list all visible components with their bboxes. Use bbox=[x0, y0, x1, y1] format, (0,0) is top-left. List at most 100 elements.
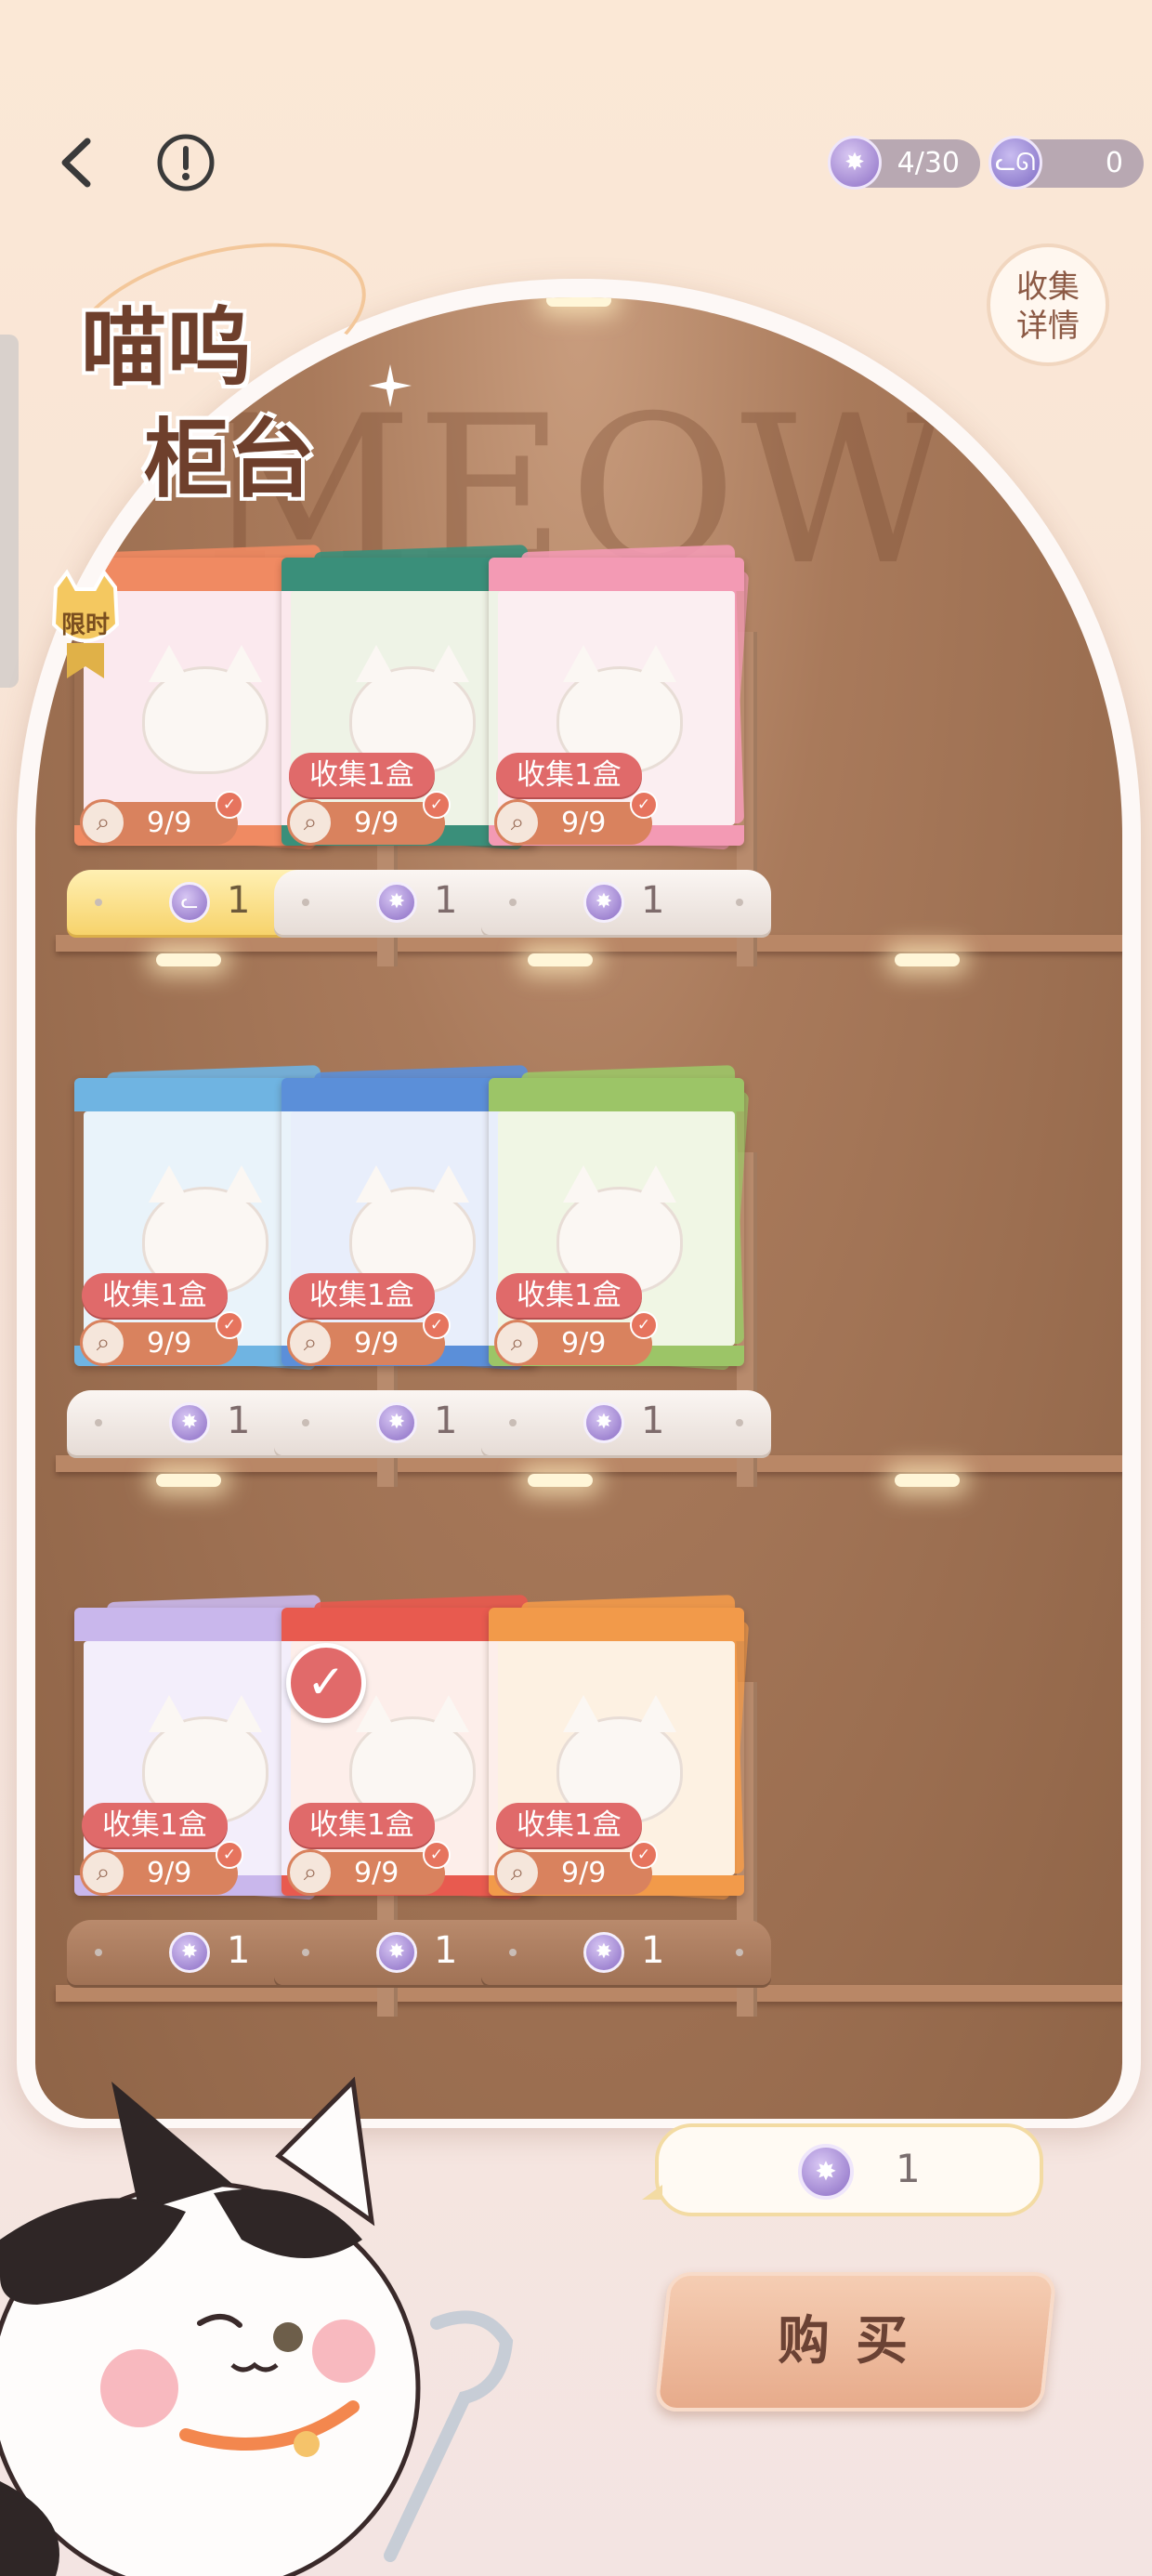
collect-one-box-tag: 收集1盒 bbox=[289, 1803, 435, 1847]
collect-one-box-tag: 收集1盒 bbox=[82, 1803, 228, 1847]
cat-coin-icon: ᓚ bbox=[169, 882, 210, 923]
collection-progress[interactable]: ⌕ 9/9 ✓ bbox=[494, 791, 658, 846]
price-value: 1 bbox=[434, 1929, 458, 1972]
progress-value: 9/9 bbox=[354, 1857, 399, 1889]
lamp bbox=[156, 1474, 221, 1487]
progress-value: 9/9 bbox=[561, 1857, 607, 1889]
collect-one-box-tag: 收集1盒 bbox=[496, 753, 642, 797]
check-icon: ✓ bbox=[423, 1311, 451, 1339]
exclamation-circle-icon bbox=[157, 134, 215, 191]
magnifier-icon: ⌕ bbox=[494, 1320, 541, 1366]
progress-value: 9/9 bbox=[561, 807, 607, 839]
plate-dot bbox=[736, 899, 743, 906]
lamp bbox=[528, 953, 593, 966]
buy-button[interactable]: 购买 bbox=[654, 2272, 1057, 2412]
collect-details-button[interactable]: 收集 详情 bbox=[987, 243, 1109, 366]
cat-illustration bbox=[141, 645, 268, 775]
info-button[interactable] bbox=[153, 130, 218, 195]
lamp bbox=[156, 953, 221, 966]
plate-dot bbox=[736, 1419, 743, 1426]
check-icon: ✓ bbox=[423, 1841, 451, 1869]
title-line-2: 柜台 bbox=[144, 409, 316, 509]
price-value: 1 bbox=[434, 879, 458, 922]
star-currency-display[interactable]: ✸ 4/30 bbox=[828, 136, 980, 190]
collect-one-box-tag: 收集1盒 bbox=[289, 1273, 435, 1318]
card-pack-header bbox=[489, 1078, 744, 1111]
progress-value: 9/9 bbox=[147, 1327, 192, 1360]
plate-dot bbox=[302, 1949, 309, 1956]
cost-display: ✸ 1 bbox=[642, 2123, 1043, 2216]
star-coin-icon: ✸ bbox=[376, 882, 417, 923]
star-coin-icon: ✸ bbox=[169, 1402, 210, 1443]
progress-value: 9/9 bbox=[561, 1327, 607, 1360]
magnifier-icon: ⌕ bbox=[287, 799, 334, 846]
magnifier-icon: ⌕ bbox=[80, 1320, 126, 1366]
magnifier-icon: ⌕ bbox=[494, 1849, 541, 1896]
price-value: 1 bbox=[227, 879, 251, 922]
collect-details-label: 收集 详情 bbox=[1016, 269, 1080, 345]
progress-value: 9/9 bbox=[354, 1327, 399, 1360]
price-value: 1 bbox=[641, 1400, 665, 1442]
star-coin-icon: ✸ bbox=[169, 1932, 210, 1973]
collection-progress[interactable]: ⌕ 9/9 ✓ bbox=[287, 791, 451, 846]
title-line-1: 喵呜 bbox=[81, 297, 253, 398]
plate-dot bbox=[736, 1949, 743, 1956]
card-pack-header bbox=[489, 1608, 744, 1641]
card-pack-header bbox=[489, 558, 744, 591]
progress-value: 9/9 bbox=[354, 807, 399, 839]
magnifier-icon: ⌕ bbox=[80, 1849, 126, 1896]
price-value: 1 bbox=[641, 879, 665, 922]
star-currency-value: 4/30 bbox=[897, 147, 960, 179]
plate-dot bbox=[302, 1419, 309, 1426]
buy-button-label: 购买 bbox=[778, 2310, 935, 2372]
collection-progress[interactable]: ⌕ 9/9 ✓ bbox=[80, 1841, 243, 1896]
collect-one-box-tag: 收集1盒 bbox=[496, 1273, 642, 1318]
progress-value: 9/9 bbox=[147, 1857, 192, 1889]
collection-progress[interactable]: ⌕ 9/9 ✓ bbox=[80, 1311, 243, 1366]
star-coin-icon: ✸ bbox=[583, 1932, 624, 1973]
shelf-floor bbox=[56, 935, 1122, 952]
magnifier-icon: ⌕ bbox=[494, 799, 541, 846]
price-plate[interactable]: ✸ 1 bbox=[481, 1390, 771, 1455]
collect-one-box-tag: 收集1盒 bbox=[289, 753, 435, 797]
side-handle[interactable] bbox=[0, 335, 19, 688]
check-icon: ✓ bbox=[630, 791, 658, 819]
price-plate[interactable]: ✸ 1 bbox=[481, 1920, 771, 1985]
collection-progress[interactable]: ⌕ 9/9 ✓ bbox=[80, 791, 243, 846]
price-value: 1 bbox=[227, 1929, 251, 1972]
plate-dot bbox=[302, 899, 309, 906]
cat-currency-display[interactable]: ᓚᘏ 0 bbox=[988, 136, 1144, 190]
plate-dot bbox=[95, 1419, 102, 1426]
collection-progress[interactable]: ⌕ 9/9 ✓ bbox=[287, 1311, 451, 1366]
collection-progress[interactable]: ⌕ 9/9 ✓ bbox=[494, 1841, 658, 1896]
cabinet: MEOW ⌕ 9/9 ✓ ᓚ 1 收集1盒 ⌕ 9/9 ✓ ✸ 1 收集1盒 ⌕… bbox=[35, 297, 1122, 2119]
price-plate[interactable]: ✸ 1 bbox=[481, 870, 771, 935]
price-value: 1 bbox=[227, 1400, 251, 1442]
limited-badge-label: 限时 bbox=[60, 611, 110, 639]
collection-progress[interactable]: ⌕ 9/9 ✓ bbox=[494, 1311, 658, 1366]
magnifier-icon: ⌕ bbox=[287, 1320, 334, 1366]
star-coin-icon: ✸ bbox=[376, 1402, 417, 1443]
shelf-floor bbox=[56, 1455, 1122, 1472]
owned-check-badge: ✓ bbox=[286, 1643, 366, 1723]
mascot-cat-illustration bbox=[0, 2076, 514, 2576]
cat-coin-icon: ᓚᘏ bbox=[988, 136, 1042, 190]
lamp bbox=[895, 953, 960, 966]
collect-one-box-tag: 收集1盒 bbox=[496, 1803, 642, 1847]
collection-progress[interactable]: ⌕ 9/9 ✓ bbox=[287, 1841, 451, 1896]
back-button[interactable] bbox=[46, 130, 111, 195]
magnifier-icon: ⌕ bbox=[287, 1849, 334, 1896]
plate-dot bbox=[509, 899, 517, 906]
cost-value: 1 bbox=[896, 2146, 921, 2191]
magnifier-icon: ⌕ bbox=[80, 799, 126, 846]
sparkle-icon bbox=[369, 364, 412, 407]
cat-currency-value: 0 bbox=[1105, 147, 1123, 179]
star-coin-icon: ✸ bbox=[376, 1932, 417, 1973]
lamp bbox=[528, 1474, 593, 1487]
limited-time-badge: 限时 bbox=[39, 569, 132, 678]
plate-dot bbox=[95, 1949, 102, 1956]
collect-one-box-tag: 收集1盒 bbox=[82, 1273, 228, 1318]
star-coin-icon: ✸ bbox=[583, 882, 624, 923]
plate-dot bbox=[509, 1949, 517, 1956]
check-icon: ✓ bbox=[630, 1311, 658, 1339]
